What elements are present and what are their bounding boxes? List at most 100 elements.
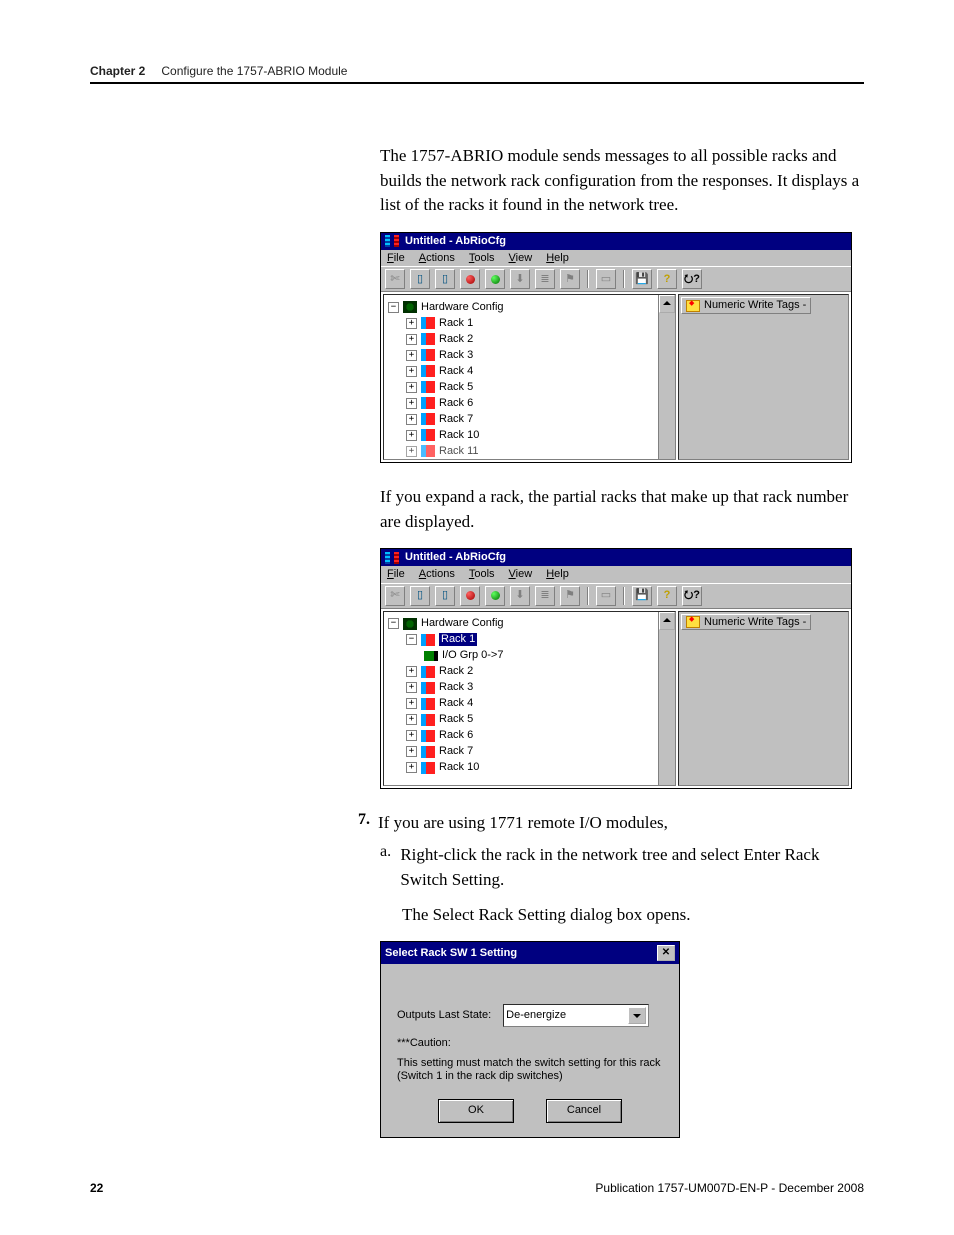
tree-node-rack-11[interactable]: +Rack 11 (388, 443, 671, 459)
tree-node-rack-1[interactable]: +Rack 1 (388, 315, 671, 331)
rack-b-icon[interactable]: ▯ (435, 586, 455, 606)
expand-icon[interactable]: + (406, 334, 417, 345)
step-7a-note: The Select Rack Setting dialog box opens… (402, 903, 864, 928)
tree-node-rack-6[interactable]: +Rack 6 (388, 728, 671, 744)
page-number: 22 (90, 1181, 103, 1195)
expand-icon[interactable]: + (406, 366, 417, 377)
rack-icon (421, 349, 435, 361)
cancel-button[interactable]: Cancel (546, 1099, 622, 1123)
rack-a-icon[interactable]: ▯ (410, 586, 430, 606)
tree-node-rack-10[interactable]: +Rack 10 (388, 760, 671, 776)
whatsthis-icon[interactable]: ⭮? (682, 269, 702, 289)
tree-node-rack-2[interactable]: +Rack 2 (388, 331, 671, 347)
collapse-icon[interactable]: − (388, 618, 399, 629)
tree-node-rack-4[interactable]: +Rack 4 (388, 696, 671, 712)
app-icon (385, 235, 399, 247)
tree-root[interactable]: −Hardware Config (388, 299, 671, 315)
tree-node-rack-2[interactable]: +Rack 2 (388, 664, 671, 680)
intro-paragraph-1: The 1757-ABRIO module sends messages to … (380, 144, 864, 218)
rack-icon (421, 762, 435, 774)
whatsthis-icon[interactable]: ⭮? (682, 586, 702, 606)
tree-node-rack-7[interactable]: +Rack 7 (388, 411, 671, 427)
tree-view[interactable]: −Hardware Config +Rack 1 +Rack 2 +Rack 3… (383, 294, 676, 460)
expand-icon[interactable]: + (406, 350, 417, 361)
tree-root[interactable]: −Hardware Config (388, 616, 671, 632)
tree-node-rack-3[interactable]: +Rack 3 (388, 680, 671, 696)
download-icon[interactable]: ⬇ (510, 586, 530, 606)
record-icon[interactable] (460, 269, 480, 289)
expand-icon[interactable]: + (406, 414, 417, 425)
cut-icon[interactable]: ✄ (385, 586, 405, 606)
list-icon[interactable]: ≣ (535, 269, 555, 289)
help-icon[interactable]: ? (657, 269, 677, 289)
abriocfg-window-2: Untitled - AbRioCfg File Actions Tools V… (380, 548, 852, 788)
scrollbar[interactable] (658, 295, 675, 459)
step-7: 7. If you are using 1771 remote I/O modu… (352, 811, 864, 836)
list-icon[interactable]: ≣ (535, 586, 555, 606)
tree-node-rack-4[interactable]: +Rack 4 (388, 363, 671, 379)
expand-icon[interactable]: + (406, 698, 417, 709)
expand-icon[interactable]: + (406, 398, 417, 409)
online-icon[interactable] (485, 269, 505, 289)
tree-node-rack-1[interactable]: −Rack 1 (388, 632, 671, 648)
menu-view[interactable]: View (509, 568, 533, 581)
menu-help[interactable]: Help (546, 568, 569, 581)
expand-icon[interactable]: + (406, 762, 417, 773)
cut-icon[interactable]: ✄ (385, 269, 405, 289)
dropdown-arrow-icon[interactable] (628, 1007, 646, 1024)
menu-file[interactable]: File (387, 252, 405, 265)
menu-actions[interactable]: Actions (419, 568, 455, 581)
record-icon[interactable] (460, 586, 480, 606)
tree-view[interactable]: −Hardware Config −Rack 1 I/O Grp 0->7 +R… (383, 611, 676, 786)
menu-view[interactable]: View (509, 252, 533, 265)
rack-a-icon[interactable]: ▯ (410, 269, 430, 289)
numeric-write-tags-button[interactable]: Numeric Write Tags - (681, 297, 811, 314)
app-icon (385, 552, 399, 564)
toolbar-separator (587, 270, 589, 288)
expand-icon[interactable]: + (406, 446, 417, 457)
doc-icon[interactable]: ▭ (596, 269, 616, 289)
expand-icon[interactable]: + (406, 730, 417, 741)
expand-icon[interactable]: + (406, 714, 417, 725)
flag-icon[interactable]: ⚑ (560, 586, 580, 606)
tree-node-io-group[interactable]: I/O Grp 0->7 (388, 648, 671, 664)
doc-icon[interactable]: ▭ (596, 586, 616, 606)
expand-icon[interactable]: + (406, 318, 417, 329)
menu-help[interactable]: Help (546, 252, 569, 265)
save-icon[interactable]: 💾 (632, 586, 652, 606)
publication-info: Publication 1757-UM007D-EN-P - December … (595, 1181, 864, 1195)
scrollbar[interactable] (658, 612, 675, 785)
caution-label: ***Caution: (397, 1037, 663, 1050)
tree-node-rack-7[interactable]: +Rack 7 (388, 744, 671, 760)
flag-icon[interactable]: ⚑ (560, 269, 580, 289)
tree-node-rack-3[interactable]: +Rack 3 (388, 347, 671, 363)
numeric-write-tags-button[interactable]: Numeric Write Tags - (681, 614, 811, 631)
menu-actions[interactable]: Actions (419, 252, 455, 265)
close-icon[interactable]: ✕ (657, 945, 675, 961)
expand-icon[interactable]: + (406, 666, 417, 677)
ok-button[interactable]: OK (438, 1099, 514, 1123)
outputs-last-state-select[interactable]: De-energize (503, 1004, 649, 1027)
menu-tools[interactable]: Tools (469, 252, 495, 265)
save-icon[interactable]: 💾 (632, 269, 652, 289)
online-icon[interactable] (485, 586, 505, 606)
collapse-icon[interactable]: − (388, 302, 399, 313)
tree-node-rack-10[interactable]: +Rack 10 (388, 427, 671, 443)
help-icon[interactable]: ? (657, 586, 677, 606)
page-header: Chapter 2 Configure the 1757-ABRIO Modul… (90, 64, 864, 84)
menu-tools[interactable]: Tools (469, 568, 495, 581)
toolbar: ✄ ▯ ▯ ⬇ ≣ ⚑ ▭ 💾 ? ⭮? (381, 266, 851, 292)
tree-node-rack-5[interactable]: +Rack 5 (388, 379, 671, 395)
menu-file[interactable]: File (387, 568, 405, 581)
chapter-title: Configure the 1757-ABRIO Module (161, 64, 347, 78)
download-icon[interactable]: ⬇ (510, 269, 530, 289)
expand-icon[interactable]: + (406, 430, 417, 441)
expand-icon[interactable]: + (406, 746, 417, 757)
expand-icon[interactable]: + (406, 382, 417, 393)
expand-icon[interactable]: + (406, 682, 417, 693)
tree-node-rack-5[interactable]: +Rack 5 (388, 712, 671, 728)
tree-node-rack-6[interactable]: +Rack 6 (388, 395, 671, 411)
rack-b-icon[interactable]: ▯ (435, 269, 455, 289)
rack-icon (421, 445, 435, 457)
collapse-icon[interactable]: − (406, 634, 417, 645)
